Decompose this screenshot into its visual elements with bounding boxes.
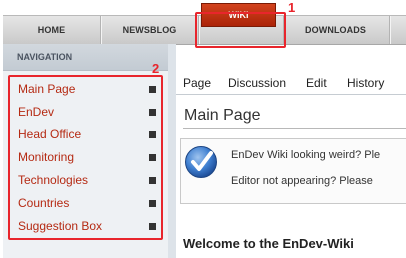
content-divider xyxy=(168,44,176,258)
notice-line-2: Editor not appearing? Please xyxy=(231,175,373,187)
nav-separator xyxy=(389,16,391,44)
sidebar-highlight-box xyxy=(8,75,163,240)
navigation-heading-bar: NAVIGATION xyxy=(3,44,168,71)
tab-history[interactable]: History xyxy=(347,76,384,90)
navigation-heading: NAVIGATION xyxy=(17,52,73,62)
annotation-marker-2: 2 xyxy=(152,61,160,76)
welcome-heading: Welcome to the EnDev-Wiki xyxy=(183,236,354,251)
annotation-marker-1: 1 xyxy=(288,0,296,15)
nav-tab-downloads[interactable]: DOWNLOADS xyxy=(283,16,388,44)
notice-line-1: EnDev Wiki looking weird? Ple xyxy=(231,149,381,161)
tab-discussion[interactable]: Discussion xyxy=(228,76,286,90)
page-action-tabs: Page Discussion Edit History xyxy=(176,74,406,95)
title-divider xyxy=(183,128,406,129)
tab-edit[interactable]: Edit xyxy=(306,76,327,90)
page-title: Main Page xyxy=(184,107,261,124)
nav-tab-home[interactable]: HOME xyxy=(3,16,100,44)
wiki-highlight-box xyxy=(195,12,286,48)
tab-page[interactable]: Page xyxy=(183,76,211,90)
nav-tab-newsblog[interactable]: NEWSBLOG xyxy=(101,16,198,44)
checkmark-circle-icon xyxy=(185,146,217,178)
